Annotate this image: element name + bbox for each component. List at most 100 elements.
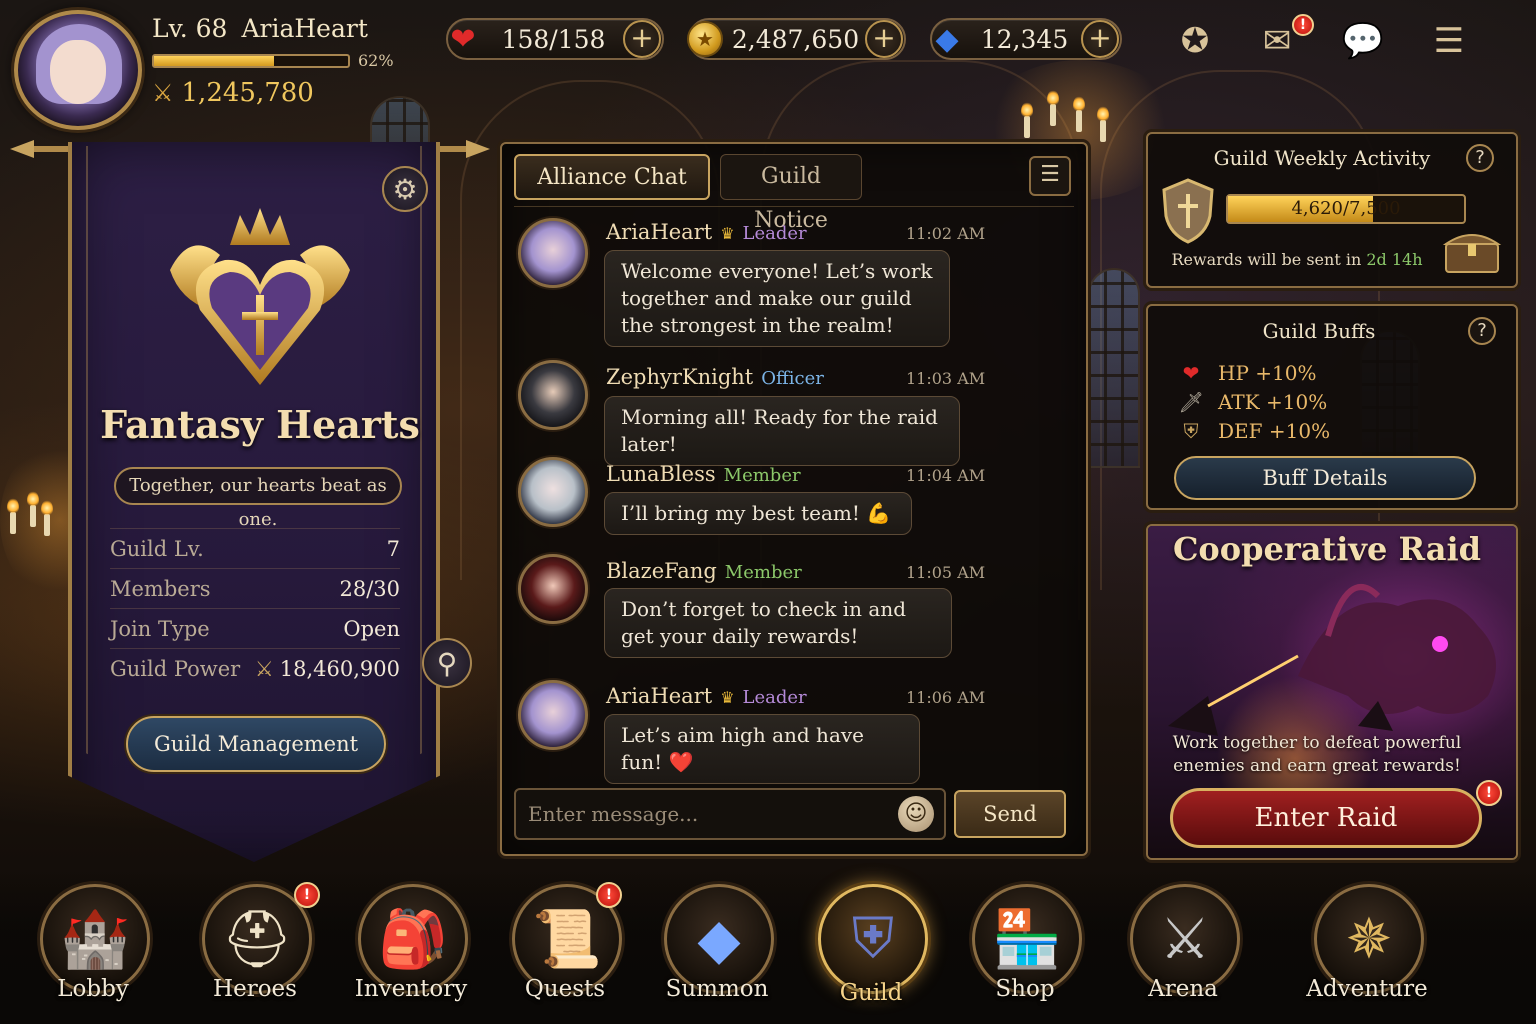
weekly-activity-progress: 4,620/7,500 xyxy=(1291,198,1401,219)
guild-emblem-icon xyxy=(170,208,350,385)
mail-badge: ! xyxy=(1292,14,1314,36)
nav-label: Guild xyxy=(839,980,903,1006)
tab-guild-notice[interactable]: Guild Notice xyxy=(720,154,862,233)
tab-alliance-chat[interactable]: Alliance Chat xyxy=(514,154,710,200)
nav-label: Lobby xyxy=(57,976,129,1002)
buff-details-button[interactable]: Buff Details xyxy=(1174,456,1476,500)
add-hearts-button[interactable]: + xyxy=(623,20,661,58)
guild-management-button[interactable]: Guild Management xyxy=(126,716,386,772)
shield-icon: ⛨ xyxy=(1183,418,1199,443)
chat-list-icon[interactable]: ☰ xyxy=(1029,156,1071,196)
nav-summon[interactable]: ◆ Summon xyxy=(652,880,782,1020)
guild-motto: Together, our hearts beat as one. xyxy=(114,467,402,530)
chat-message-input[interactable] xyxy=(516,790,944,838)
treasure-chest-icon[interactable] xyxy=(1442,226,1502,274)
guild-info-label: Join Type xyxy=(110,616,210,641)
gold-resource: ★ 2,487,650 + xyxy=(687,18,906,60)
weekly-activity-title: Guild Weekly Activity xyxy=(1213,146,1431,170)
message-header: BlazeFang Member xyxy=(606,559,802,583)
menu-icon[interactable]: ☰ xyxy=(1422,18,1476,64)
nav-label: Arena xyxy=(1148,976,1218,1002)
mail-icon[interactable]: ✉ ! xyxy=(1250,14,1314,64)
guild-info-label: Guild Lv. xyxy=(110,536,204,561)
enter-raid-button[interactable]: Enter Raid xyxy=(1170,788,1482,848)
guild-buffs-help-icon[interactable]: ? xyxy=(1468,317,1496,345)
buff-label: DEF +10% xyxy=(1218,418,1331,443)
gem-icon: ◆ xyxy=(935,21,959,57)
reward-note: Rewards will be sent in 2d 14h xyxy=(1152,250,1442,269)
nav-inventory[interactable]: 🎒 Inventory xyxy=(346,880,476,1020)
avatar-face xyxy=(50,40,106,104)
message-header: LunaBless Member xyxy=(606,462,801,486)
guild-info-value: ⚔ 18,460,900 xyxy=(255,657,400,681)
nav-label: Summon xyxy=(665,976,769,1002)
hearts-resource: ❤ 158/158 + xyxy=(446,18,664,60)
player-power: ⚔ 1,245,780 xyxy=(152,78,314,108)
message-time: 11:05 AM xyxy=(906,563,986,582)
chat-input-box xyxy=(514,788,946,840)
heart-icon: ❤ xyxy=(450,21,476,57)
avatar[interactable] xyxy=(518,554,588,624)
message-bubble: Morning all! Ready for the raid later! xyxy=(604,396,960,466)
emoji-icon[interactable]: ☺ xyxy=(898,796,934,832)
gold-value: 2,487,650 xyxy=(731,24,860,54)
sword-icon: 🗡 xyxy=(1178,389,1204,414)
player-avatar[interactable] xyxy=(14,10,142,130)
guild-info-label: Guild Power xyxy=(110,656,241,681)
guild-shield-icon: ⛨ xyxy=(818,884,928,994)
message-sender[interactable]: BlazeFang xyxy=(606,559,717,583)
avatar[interactable] xyxy=(518,360,588,430)
heroes-badge: ! xyxy=(294,882,320,908)
guild-info-table: Guild Lv. 7 Members 28/30 Join Type Open… xyxy=(110,528,400,688)
message-sender[interactable]: AriaHeart xyxy=(606,684,712,708)
nav-guild[interactable]: ⛨ Guild xyxy=(806,880,936,1020)
hearts-value: 158/158 xyxy=(501,24,606,54)
guild-info-value: Open xyxy=(343,616,400,641)
add-gold-button[interactable]: + xyxy=(865,20,903,58)
buff-label: HP +10% xyxy=(1218,360,1317,385)
nav-quests[interactable]: 📜 ! Quests xyxy=(500,880,630,1020)
add-gems-button[interactable]: + xyxy=(1081,20,1119,58)
avatar[interactable] xyxy=(518,457,588,527)
avatar[interactable] xyxy=(518,680,588,750)
nav-arena[interactable]: ⚔ Arena xyxy=(1118,880,1248,1020)
guild-settings-gear-icon[interactable]: ⚙ xyxy=(382,166,428,212)
buff-row: ⛨ DEF +10% xyxy=(1178,416,1478,445)
crown-icon: ♛ xyxy=(720,224,735,243)
guild-info-value: 28/30 xyxy=(339,576,400,601)
nav-adventure[interactable]: ✵ Adventure xyxy=(1302,880,1432,1020)
crossed-swords-icon: ⚔ xyxy=(152,79,174,107)
guild-search-icon[interactable]: ⚲ xyxy=(422,638,472,688)
send-button[interactable]: Send xyxy=(954,790,1066,838)
message-sender[interactable]: ZephyrKnight xyxy=(606,365,753,389)
message-bubble: Let’s aim high and have fun! ❤️ xyxy=(604,714,920,784)
xp-bar-fill xyxy=(154,56,275,66)
crossed-swords-icon: ⚔ xyxy=(254,656,274,681)
xp-bar xyxy=(152,54,350,68)
player-name: AriaHeart xyxy=(241,14,368,43)
guild-info-value: 7 xyxy=(386,536,400,561)
nav-lobby[interactable]: 🏰 Lobby xyxy=(28,880,158,1020)
guild-info-row: Guild Lv. 7 xyxy=(110,528,400,568)
message-sender[interactable]: LunaBless xyxy=(606,462,716,486)
role-badge: Leader xyxy=(742,687,807,708)
tab-divider xyxy=(514,206,1074,207)
guild-buffs-title: Guild Buffs xyxy=(1262,319,1376,343)
message-time: 11:03 AM xyxy=(906,369,986,388)
message-sender[interactable]: AriaHeart xyxy=(606,220,712,244)
avatar[interactable] xyxy=(518,218,588,288)
rank-emblem-icon[interactable]: ✪ xyxy=(1168,18,1222,64)
nav-heroes[interactable]: ⛑ ! Heroes xyxy=(190,880,320,1020)
chat-bubble-icon[interactable]: 💬 xyxy=(1336,18,1390,64)
guild-name: Fantasy Hearts xyxy=(100,402,420,447)
guild-info-row: Guild Power ⚔ 18,460,900 xyxy=(110,648,400,688)
guild-info-label: Members xyxy=(110,576,211,601)
nav-label: Inventory xyxy=(354,976,468,1002)
guild-info-row: Join Type Open xyxy=(110,608,400,648)
reward-note-prefix: Rewards will be sent in xyxy=(1171,250,1362,269)
message-time: 11:06 AM xyxy=(906,688,986,707)
nav-shop[interactable]: 🏪 Shop xyxy=(960,880,1090,1020)
player-power-value: 1,245,780 xyxy=(181,78,314,108)
weekly-activity-help-icon[interactable]: ? xyxy=(1466,144,1494,172)
role-badge: Officer xyxy=(761,368,824,389)
